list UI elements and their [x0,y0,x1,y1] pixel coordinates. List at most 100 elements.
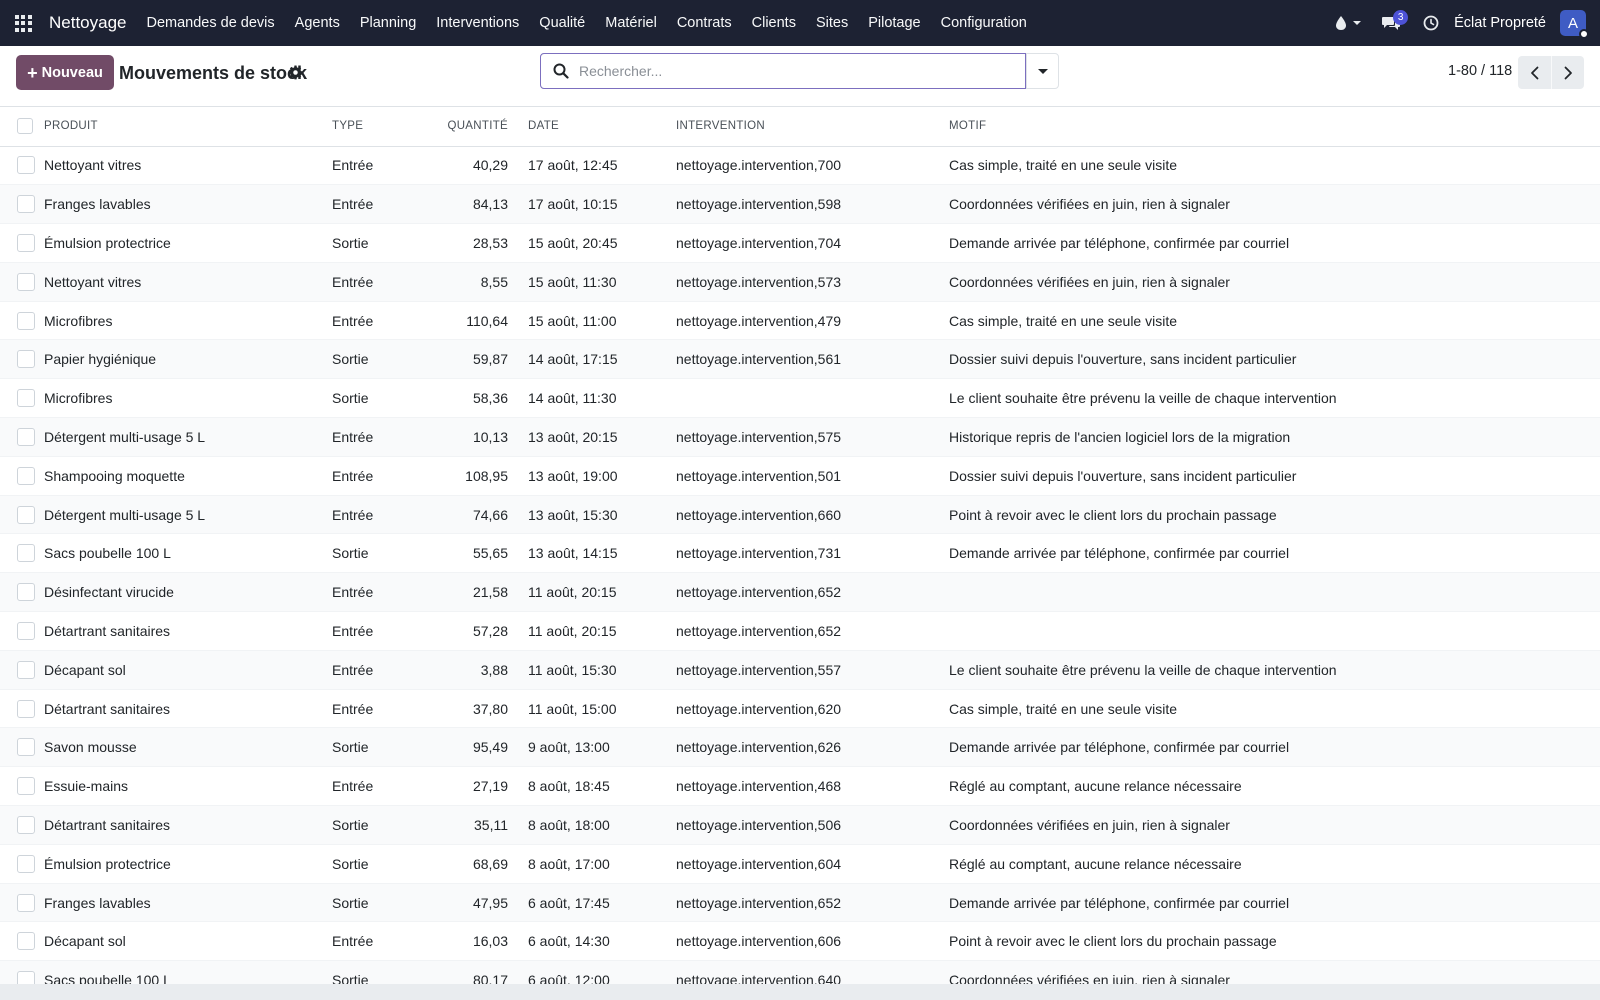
table-row[interactable]: Microfibres Sortie 58,36 14 août, 11:30 Le c… [0,378,1600,419]
row-select-cell [0,960,44,984]
app-brand[interactable]: Nettoyage [49,13,127,33]
row-checkbox[interactable] [17,932,35,951]
table-row[interactable]: Papier hygiénique Sortie 59,87 14 août, 17:… [0,339,1600,380]
row-checkbox[interactable] [17,971,35,984]
menu-item-pilotage[interactable]: Pilotage [858,0,930,46]
row-checkbox[interactable] [17,777,35,796]
table-row[interactable]: Essuie-mains Entrée 27,19 8 août, 18:45 nett… [0,766,1600,807]
messages-badge: 3 [1393,10,1409,25]
menu-item-qualite[interactable]: Qualité [529,0,595,46]
select-all-cell [0,107,44,147]
column-header-type[interactable]: TYPE [332,107,432,147]
company-switcher[interactable]: Éclat Propreté [1454,15,1546,31]
menu-item-sites[interactable]: Sites [806,0,858,46]
table-row[interactable]: Shampooing moquette Entrée 108,95 13 août, … [0,456,1600,496]
row-checkbox[interactable] [17,815,35,834]
column-header-date[interactable]: DATE [518,107,676,147]
cell-intervention: nettoyage.intervention,652 [676,883,949,923]
table-row[interactable]: Nettoyant vitres Entrée 40,29 17 août, 12:4… [0,146,1600,186]
row-checkbox[interactable] [17,544,35,563]
row-checkbox[interactable] [17,466,35,485]
menu-item-agents[interactable]: Agents [285,0,350,46]
search-options-toggle[interactable] [1026,54,1058,88]
table-row[interactable]: Émulsion protectrice Sortie 28,53 15 août, … [0,223,1600,263]
table-row[interactable]: Nettoyant vitres Entrée 8,55 15 août, 11:30… [0,262,1600,302]
table-row[interactable]: Franges lavables Entrée 84,13 17 août, 10:1… [0,184,1600,225]
cell-intervention: nettoyage.intervention,652 [676,572,949,613]
cell-motif: Coordonnées vérifiées en juin, rien à si… [949,184,1600,225]
row-checkbox[interactable] [17,233,35,252]
table-row[interactable]: Microfibres Entrée 110,64 15 août, 11:00 net… [0,301,1600,341]
table-row[interactable]: Détergent multi-usage 5 L Entrée 10,13 13 a… [0,417,1600,457]
row-select-cell [0,146,44,186]
cell-date: 8 août, 18:45 [518,766,676,807]
menu-item-clients[interactable]: Clients [742,0,806,46]
row-checkbox[interactable] [17,427,35,446]
row-checkbox[interactable] [17,660,35,679]
apps-grid-icon[interactable] [0,0,46,46]
row-checkbox[interactable] [17,156,35,175]
table-row[interactable]: Désinfectant virucide Entrée 21,58 11 août,… [0,572,1600,613]
cell-motif: Dossier suivi depuis l'ouverture, sans i… [949,339,1600,380]
menu-item-configuration[interactable]: Configuration [931,0,1037,46]
column-header-motif[interactable]: MOTIF [949,107,1600,147]
column-header-quantity[interactable]: QUANTITÉ [432,107,518,147]
cell-quantity: 95,49 [432,727,518,768]
cell-date: 15 août, 11:00 [518,301,676,341]
table-row[interactable]: Franges lavables Sortie 47,95 6 août, 17:45… [0,883,1600,923]
row-checkbox[interactable] [17,854,35,873]
activity-dropdown[interactable] [1327,0,1368,46]
select-all-checkbox[interactable] [17,118,33,135]
column-header-product[interactable]: PRODUIT [44,107,332,147]
table-row[interactable]: Détartrant sanitaires Sortie 35,11 8 août, … [0,805,1600,845]
cell-type: Entrée [332,417,432,457]
table-row[interactable]: Sacs poubelle 100 L Sortie 80,17 6 août, 12… [0,960,1600,984]
cell-type: Entrée [332,146,432,186]
table-row[interactable]: Sacs poubelle 100 L Sortie 55,65 13 août, 1… [0,533,1600,574]
table-row[interactable]: Détartrant sanitaires Entrée 37,80 11 août,… [0,689,1600,729]
row-checkbox[interactable] [17,311,35,330]
activities-button[interactable] [1416,0,1446,46]
row-checkbox[interactable] [17,621,35,640]
row-checkbox[interactable] [17,505,35,524]
row-checkbox[interactable] [17,738,35,757]
table-row[interactable]: Décapant sol Entrée 16,03 6 août, 14:30 nett… [0,921,1600,962]
pager-next-button[interactable] [1551,56,1584,89]
row-checkbox[interactable] [17,272,35,291]
table-row[interactable]: Détergent multi-usage 5 L Entrée 74,66 13 a… [0,495,1600,535]
cell-motif: Réglé au comptant, aucune relance nécess… [949,844,1600,884]
search-input[interactable] [579,63,1025,79]
row-checkbox[interactable] [17,699,35,718]
row-checkbox[interactable] [17,893,35,912]
new-button-label: Nouveau [41,64,103,81]
avatar-initial: A [1567,14,1578,32]
new-button[interactable]: + Nouveau [16,55,114,90]
table-row[interactable]: Émulsion protectrice Sortie 68,69 8 août, 1… [0,844,1600,884]
search-bar [540,53,1059,89]
table-row[interactable]: Détartrant sanitaires Entrée 57,28 11 août,… [0,611,1600,651]
messages-button[interactable]: 3 [1374,0,1409,46]
menu-item-demandes-de-devis[interactable]: Demandes de devis [137,0,285,46]
cell-product: Détartrant sanitaires [44,611,332,651]
avatar[interactable]: A [1560,10,1589,39]
cell-intervention: nettoyage.intervention,640 [676,960,949,984]
menu-item-materiel[interactable]: Matériel [595,0,667,46]
row-checkbox[interactable] [17,350,35,369]
row-checkbox[interactable] [17,583,35,602]
cell-quantity: 110,64 [432,301,518,341]
gear-icon[interactable] [288,65,303,80]
cell-intervention: nettoyage.intervention,573 [676,262,949,302]
table-row[interactable]: Savon mousse Sortie 95,49 9 août, 13:00 nett… [0,727,1600,768]
row-checkbox[interactable] [17,195,35,214]
cell-date: 14 août, 11:30 [518,378,676,419]
table-row[interactable]: Décapant sol Entrée 3,88 11 août, 15:30 nett… [0,650,1600,690]
row-checkbox[interactable] [17,389,35,408]
menu-item-interventions[interactable]: Interventions [426,0,529,46]
column-header-intervention[interactable]: INTERVENTION [676,107,949,147]
pager-previous-button[interactable] [1518,56,1551,89]
cell-type: Entrée [332,572,432,613]
menu-item-contrats[interactable]: Contrats [667,0,742,46]
menu-item-planning[interactable]: Planning [350,0,426,46]
pager-value[interactable]: 1-80 / 118 [1448,63,1512,79]
row-select-cell [0,378,44,419]
